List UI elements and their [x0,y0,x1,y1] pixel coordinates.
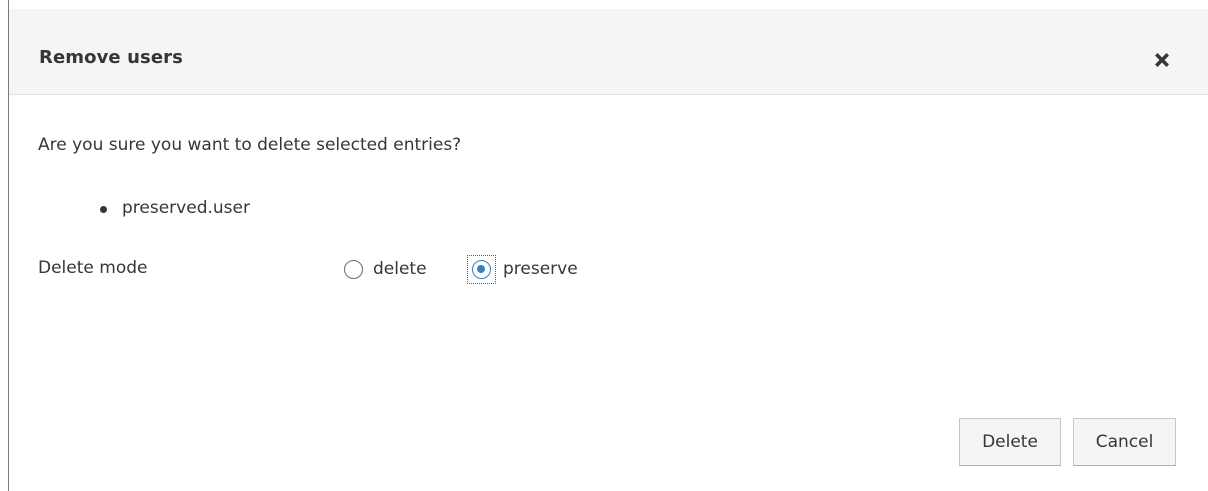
list-item: preserved.user [100,198,250,218]
close-icon [1155,53,1169,67]
radio-delete-label: delete [373,259,427,279]
radio-option-delete[interactable]: delete [344,254,427,284]
dialog-title: Remove users [39,47,183,68]
radio-preserve-label: preserve [503,259,578,279]
bullet-icon [100,206,107,213]
delete-mode-row: Delete mode delete preserve [38,254,738,284]
remove-users-dialog: Remove users Are you sure you want to de… [0,0,1208,491]
radio-delete[interactable] [344,259,363,279]
delete-button[interactable]: Delete [959,418,1061,466]
dialog-footer: Delete Cancel [0,410,1208,470]
selected-entries-list: preserved.user [100,198,250,218]
close-button[interactable] [1145,43,1179,77]
cancel-button[interactable]: Cancel [1073,418,1176,466]
radio-option-preserve[interactable]: preserve [467,254,578,284]
radio-preserve[interactable] [472,259,491,279]
confirm-question: Are you sure you want to delete selected… [38,135,462,155]
dialog-header: Remove users [9,9,1208,95]
focus-ring [467,254,496,284]
entry-label: preserved.user [122,198,250,218]
delete-mode-label: Delete mode [38,258,148,278]
